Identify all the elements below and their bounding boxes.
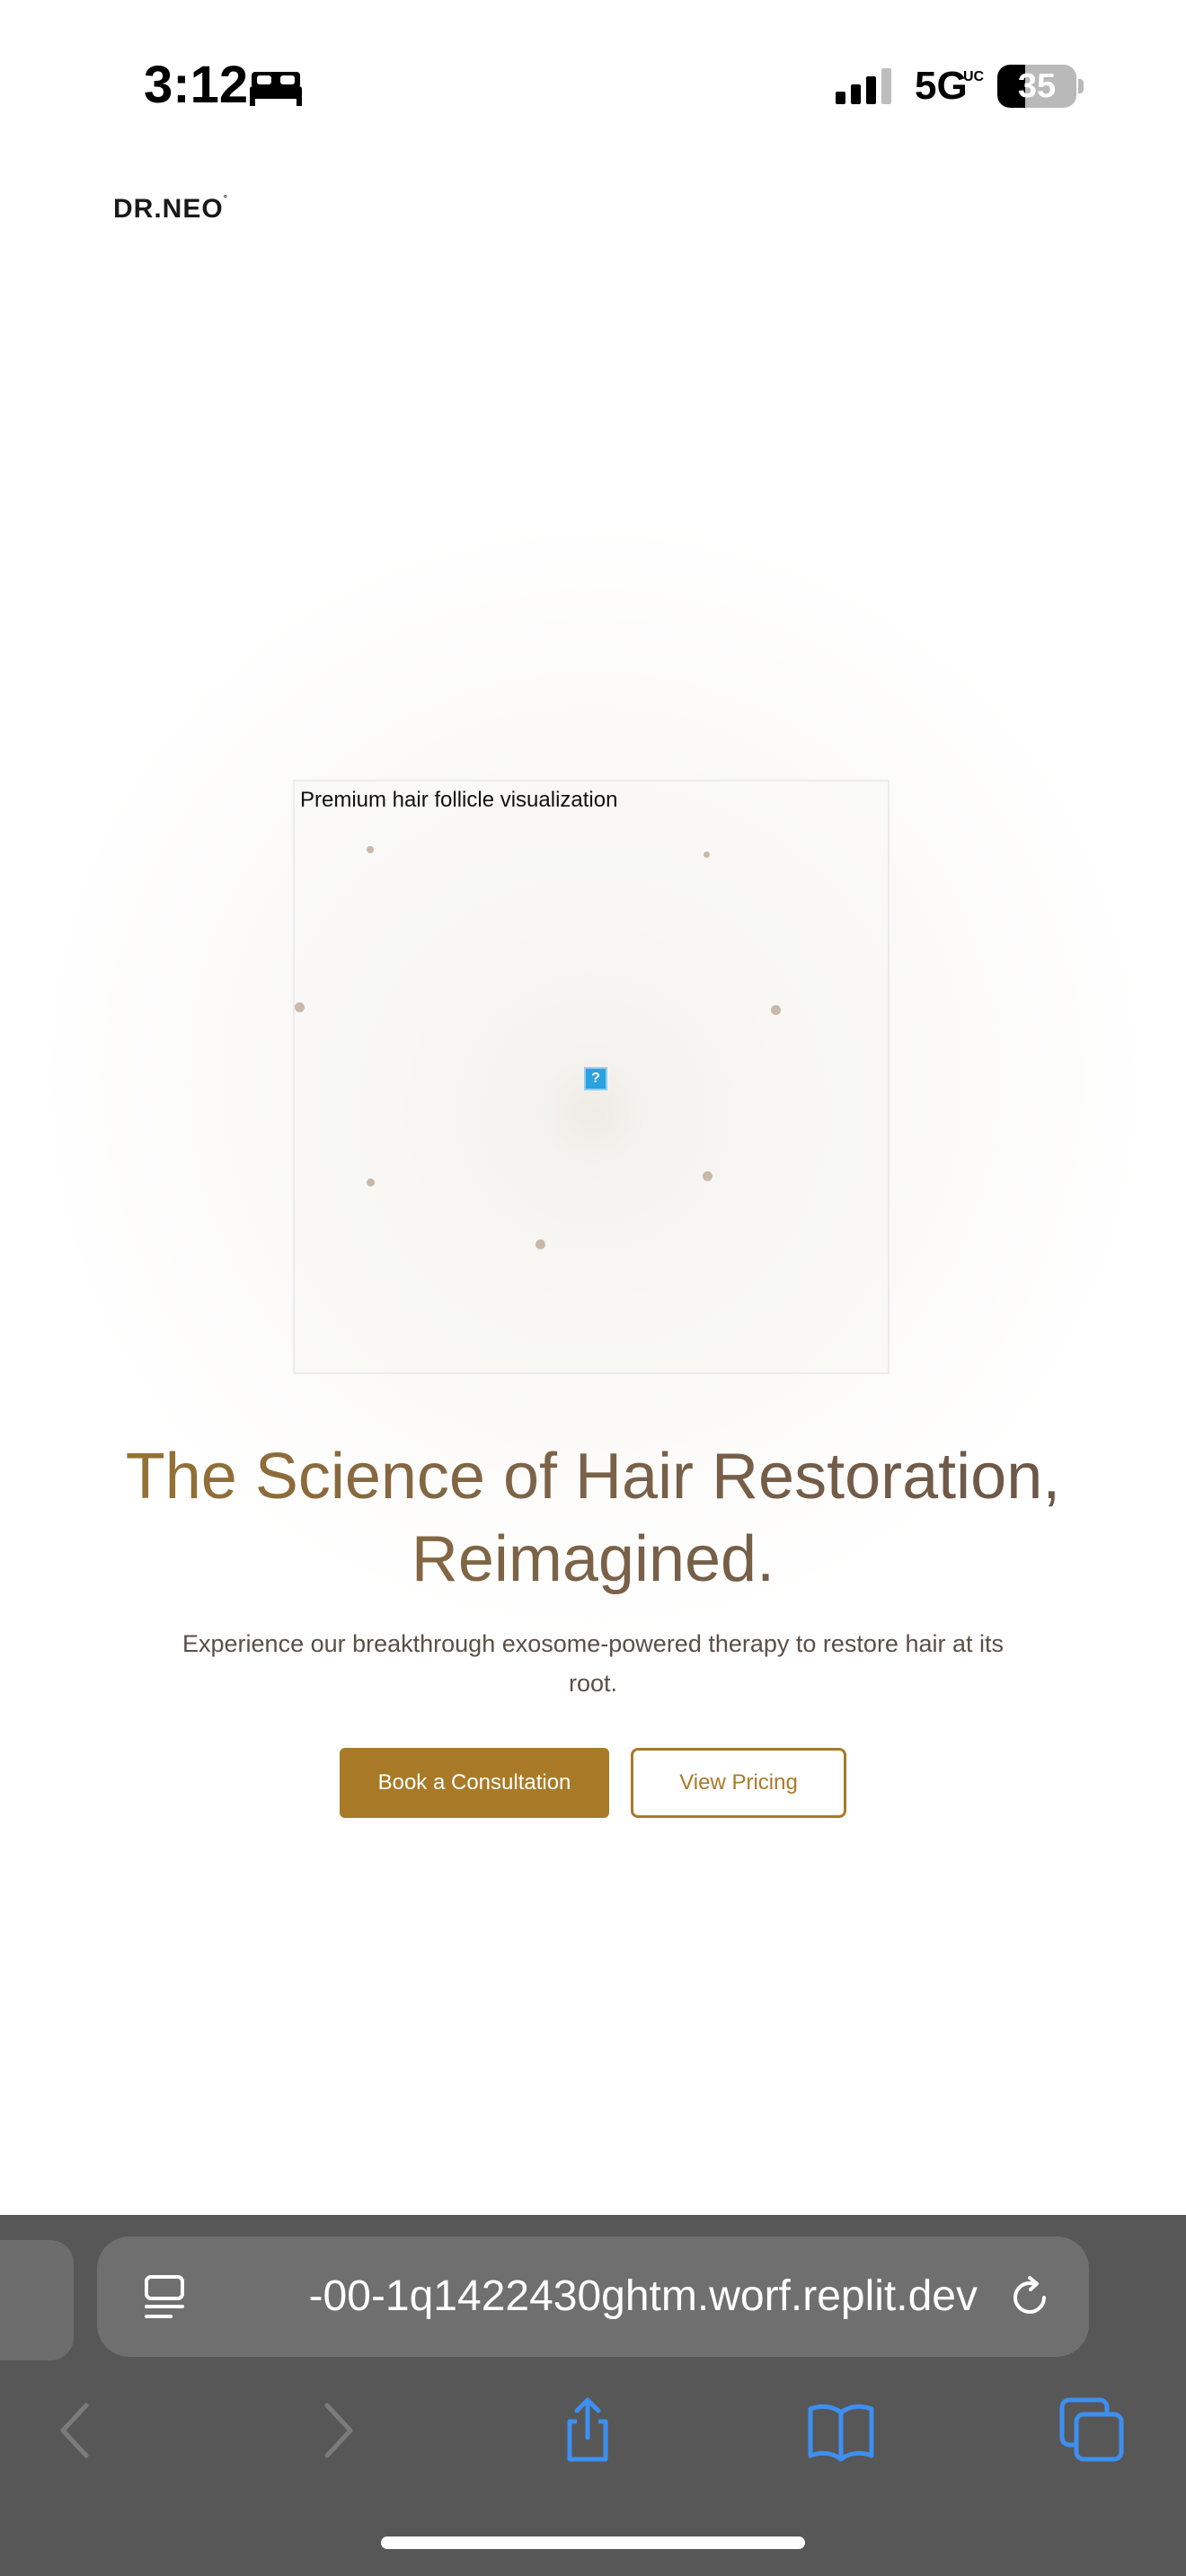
particle [704, 851, 710, 858]
battery-cap [1078, 79, 1084, 93]
bed-icon [250, 72, 302, 106]
particle [771, 1005, 781, 1015]
home-indicator[interactable] [381, 2536, 805, 2549]
brand-logo-text: DR.NEO [113, 194, 224, 224]
view-pricing-button[interactable]: View Pricing [631, 1748, 846, 1818]
particle [367, 1178, 375, 1187]
battery-level-text: 35 [1017, 67, 1057, 105]
status-time: 3:12 [144, 56, 249, 114]
bookmarks-icon[interactable] [805, 2395, 877, 2466]
particle [295, 1002, 305, 1012]
broken-image-icon: ? [584, 1067, 607, 1090]
hair-follicle-visualization: Premium hair follicle visualization ? [293, 780, 890, 1374]
url-text: -00-1q1422430ghtm.worf.replit.dev [308, 2272, 978, 2320]
reload-icon[interactable] [1006, 2274, 1053, 2321]
network-label: 5G [915, 64, 968, 108]
address-bar[interactable]: -00-1q1422430ghtm.worf.replit.dev [97, 2236, 1089, 2357]
status-bar: 3:12 5G UC 35 [0, 0, 1186, 180]
network-sub-label: UC [963, 69, 985, 84]
particle [703, 1171, 712, 1181]
tabs-icon[interactable] [1057, 2395, 1128, 2466]
hero-title: The Science of Hair Restoration, Reimagi… [54, 1435, 1132, 1601]
browser-toolbar: -00-1q1422430ghtm.worf.replit.dev [0, 2215, 1186, 2576]
image-alt-text: Premium hair follicle visualization [300, 788, 618, 812]
brand-logo-mark: ° [223, 194, 228, 204]
forward-icon[interactable] [300, 2395, 372, 2466]
reader-mode-icon[interactable] [144, 2274, 187, 2321]
previous-tab-preview[interactable] [0, 2240, 74, 2360]
particle [367, 846, 374, 853]
particle [535, 1239, 545, 1249]
battery-icon: 35 [997, 65, 1076, 108]
book-consultation-button[interactable]: Book a Consultation [340, 1748, 609, 1818]
brand-logo[interactable]: DR.NEO° [113, 194, 228, 225]
hero-subtitle: Experience our breakthrough exosome-powe… [182, 1630, 1004, 1697]
share-icon[interactable] [552, 2395, 624, 2466]
signal-icon [836, 68, 891, 104]
back-icon[interactable] [41, 2395, 113, 2466]
